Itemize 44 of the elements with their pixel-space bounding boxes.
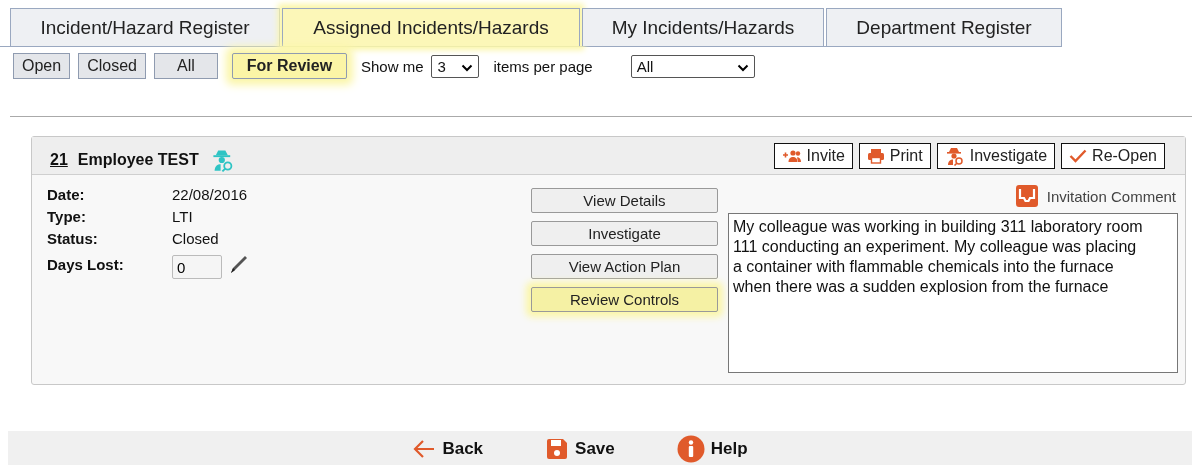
pencil-icon[interactable] [228, 253, 250, 275]
tab[interactable]: Incident/Hazard Register [10, 8, 280, 46]
scope-select[interactable]: All [630, 54, 755, 78]
detective-magnifier-icon [944, 145, 965, 166]
tab[interactable]: My Incidents/Hazards [582, 8, 824, 46]
filter-button[interactable]: For Review [231, 53, 347, 79]
paging-label: items per page [493, 57, 593, 75]
filter-button[interactable]: Open [13, 53, 71, 79]
tab[interactable]: Department Register [826, 8, 1062, 46]
employee-name: Employee TEST [77, 150, 199, 169]
filter-button[interactable]: Closed [78, 53, 146, 79]
field-value: LTI [172, 207, 193, 225]
action-button[interactable]: Investigate [531, 221, 718, 246]
add-people-icon [781, 148, 802, 163]
field-label: Days Lost: [47, 255, 125, 273]
action-button[interactable]: View Action Plan [531, 254, 718, 279]
printer-icon [866, 147, 885, 164]
print-button[interactable]: Print [858, 142, 931, 169]
filter-button[interactable]: All [153, 53, 218, 79]
page-size-select[interactable]: 3 [431, 54, 480, 78]
investigate-button[interactable]: Investigate [936, 142, 1056, 169]
action-button[interactable]: View Details [531, 188, 718, 213]
invitation-comment-link[interactable]: Invitation Comment [1046, 187, 1176, 205]
save-button[interactable]: Save [539, 436, 621, 462]
action-button[interactable]: Review Controls [531, 287, 718, 312]
field-label: Date: [47, 185, 86, 203]
field-label: Type: [47, 207, 87, 225]
inbox-icon[interactable] [1014, 184, 1039, 208]
info-icon [676, 435, 705, 463]
back-button[interactable]: Back [406, 438, 490, 460]
invite-button[interactable]: Invite [773, 142, 853, 169]
checkmark-icon [1069, 148, 1088, 163]
detective-magnifier-icon [210, 147, 235, 172]
back-arrow-icon [412, 439, 437, 459]
record-number-link[interactable]: 21 [50, 150, 68, 169]
description-textarea[interactable]: My colleague was working in building 311 laboratory room 111 conducting an experiment. My colleague was placing a container with flammable chemicals into the furnace when there was a sudden explosion from the furnace [728, 213, 1178, 373]
paging-label: Show me [360, 57, 424, 75]
days-lost-field[interactable]: 0 [172, 255, 222, 279]
field-value: Closed [172, 229, 219, 247]
help-button[interactable]: Help [670, 434, 754, 464]
field-label: Status: [47, 229, 99, 247]
reopen-button[interactable]: Re-Open [1061, 142, 1165, 169]
field-value: 22/08/2016 [172, 185, 248, 203]
tab[interactable]: Assigned Incidents/Hazards [282, 8, 580, 46]
